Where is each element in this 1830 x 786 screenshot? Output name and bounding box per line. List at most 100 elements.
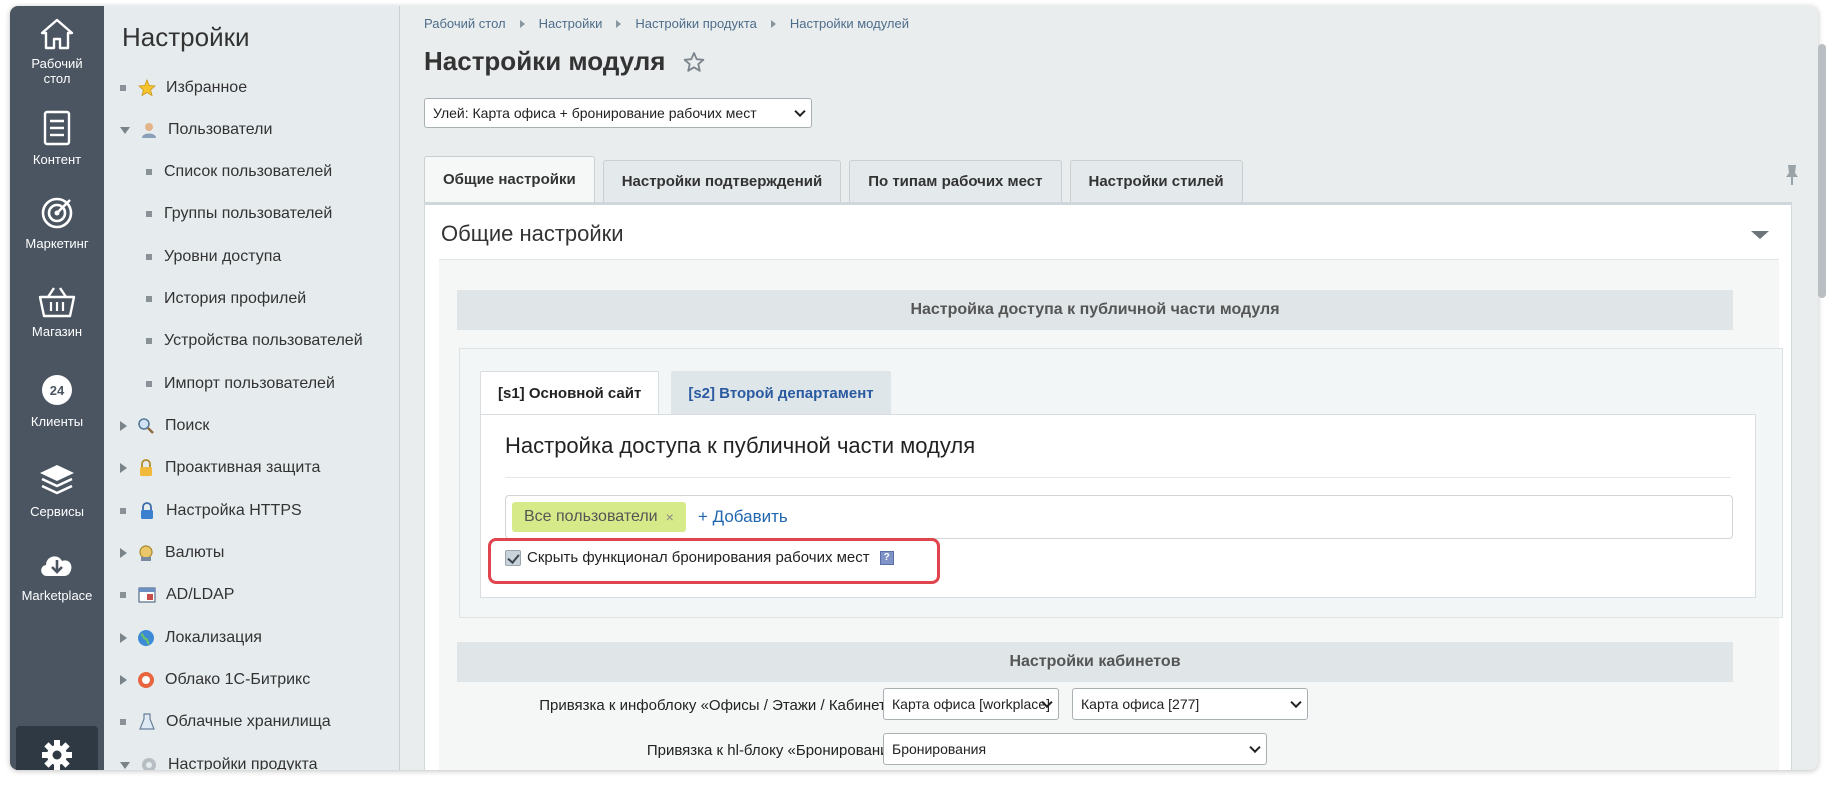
scrollbar[interactable] xyxy=(1818,44,1826,298)
rail-item-desktop[interactable]: Рабочий стол xyxy=(10,18,104,86)
https-lock-icon xyxy=(141,502,153,519)
highlight-box xyxy=(488,538,940,584)
iblock-select[interactable]: Карта офиса [277] xyxy=(1072,688,1308,720)
favorite-star-icon[interactable] xyxy=(683,51,705,73)
breadcrumb-item[interactable]: Настройки модулей xyxy=(790,16,909,31)
rail-item-content[interactable]: Контент xyxy=(10,110,104,167)
menu-item-cloud-storage[interactable]: Облачные хранилища xyxy=(120,707,331,737)
iblock-label: Привязка к инфоблоку «Офисы / Этажи / Ка… xyxy=(539,697,905,714)
site-tabs: [s1] Основной сайт [s2] Второй департаме… xyxy=(480,371,903,415)
breadcrumb-separator-icon xyxy=(519,19,525,28)
menu-item-label: Облако 1С-Битрикс xyxy=(165,671,311,688)
star-icon xyxy=(138,79,156,97)
settings-icon xyxy=(142,758,156,770)
bullet-icon xyxy=(120,85,126,91)
hlblock-label: Привязка к hl-блоку «Бронирования» xyxy=(646,742,905,759)
breadcrumb: Рабочий стол Настройки Настройки продукт… xyxy=(424,16,909,31)
bullet-icon xyxy=(146,211,152,217)
menu-item-label: Валюты xyxy=(165,544,225,561)
bullet-icon xyxy=(146,338,152,344)
menu-item-localization[interactable]: Локализация xyxy=(120,623,262,653)
globe-icon xyxy=(138,630,154,646)
pin-icon[interactable] xyxy=(1784,164,1800,186)
section-header-cabinets: Настройки кабинетов xyxy=(457,642,1733,682)
menu-item-user-list[interactable]: Список пользователей xyxy=(146,157,332,187)
rail-item-clients[interactable]: 24 Клиенты xyxy=(10,372,104,429)
bullet-icon xyxy=(120,508,126,514)
basket-icon xyxy=(38,287,76,318)
breadcrumb-item[interactable]: Настройки продукта xyxy=(635,16,757,31)
rail-label: Маркетинг xyxy=(25,236,89,251)
page-title: Настройки модуля xyxy=(424,46,666,76)
breadcrumb-item[interactable]: Настройки xyxy=(539,16,603,31)
rail-item-services[interactable]: Сервисы xyxy=(10,462,104,519)
menu-item-favorites[interactable]: Избранное xyxy=(120,73,247,103)
menu-item-users[interactable]: Пользователи xyxy=(120,115,272,145)
menu-item-https[interactable]: Настройка HTTPS xyxy=(120,496,302,526)
bullet-icon xyxy=(146,296,152,302)
menu-item-currencies[interactable]: Валюты xyxy=(120,538,224,568)
tab-styles[interactable]: Настройки стилей xyxy=(1069,160,1243,202)
app-window: Рабочий стол Контент Маркетинг Магазин 2… xyxy=(10,6,1818,770)
menu-item-label: Облачные хранилища xyxy=(166,713,331,730)
rail-item-marketplace[interactable]: Marketplace xyxy=(10,548,104,603)
panel-body: Настройка доступа к публичной части моду… xyxy=(439,259,1783,770)
menu-item-label: Настройки продукта xyxy=(168,756,318,770)
menu-item-user-devices[interactable]: Устройства пользователей xyxy=(146,326,363,356)
menu-item-user-groups[interactable]: Группы пользователей xyxy=(146,199,332,229)
cloud-icon xyxy=(138,672,154,688)
iblock-type-value: Карта офиса [workplace] xyxy=(892,696,1050,712)
rail-item-marketing[interactable]: Маркетинг xyxy=(10,196,104,251)
menu-item-label: Настройка HTTPS xyxy=(166,502,302,519)
collapse-arrow-icon[interactable] xyxy=(1751,231,1769,239)
menu-item-label: Избранное xyxy=(166,79,248,96)
menu-item-product-settings[interactable]: Настройки продукта xyxy=(120,750,318,770)
menu-item-proactive[interactable]: Проактивная защита xyxy=(120,453,320,483)
tab-general[interactable]: Общие настройки xyxy=(424,156,595,202)
user-chip[interactable]: Все пользователи × xyxy=(512,502,686,532)
chevron-right-icon xyxy=(120,548,127,558)
tab-workplace-types[interactable]: По типам рабочих мест xyxy=(849,160,1062,202)
cloud-download-icon xyxy=(41,556,72,576)
add-user-link[interactable]: + Добавить xyxy=(698,507,788,527)
search-icon xyxy=(138,418,154,434)
chevron-right-icon xyxy=(120,633,127,643)
chevron-down-icon xyxy=(1290,696,1302,709)
access-title: Настройка доступа к публичной части моду… xyxy=(505,433,976,458)
rail-label: Клиенты xyxy=(30,414,84,429)
site-tab-s1[interactable]: [s1] Основной сайт xyxy=(480,371,660,415)
rail-item-shop[interactable]: Магазин xyxy=(10,286,104,339)
user-selector-field[interactable]: Все пользователи × + Добавить xyxy=(505,495,1733,539)
menu-item-bitrix-cloud[interactable]: Облако 1С-Битрикс xyxy=(120,665,310,695)
hlblock-select[interactable]: Бронирования xyxy=(883,733,1267,765)
panel-title: Общие настройки xyxy=(441,221,624,246)
bullet-icon xyxy=(120,592,126,598)
menu-item-access-levels[interactable]: Уровни доступа xyxy=(146,242,281,272)
document-icon xyxy=(43,110,71,146)
menu-item-ldap[interactable]: AD/LDAP xyxy=(120,580,234,610)
module-select[interactable]: Улей: Карта офиса + бронирование рабочих… xyxy=(424,98,812,128)
divider xyxy=(505,477,1731,478)
menu-item-label: История профилей xyxy=(164,290,307,307)
bullet-icon xyxy=(146,254,152,260)
rail-label: Рабочий стол xyxy=(31,56,83,86)
rail-label: Marketplace xyxy=(21,588,93,603)
menu-item-profile-history[interactable]: История профилей xyxy=(146,284,306,314)
page-title-wrap: Настройки модуля xyxy=(424,46,705,77)
tab-confirmations[interactable]: Настройки подтверждений xyxy=(602,160,842,202)
menu-item-label: Устройства пользователей xyxy=(164,332,363,349)
coin-icon xyxy=(139,545,153,561)
iblock-type-select[interactable]: Карта офиса [workplace] xyxy=(883,688,1059,720)
menu-item-search[interactable]: Поиск xyxy=(120,411,209,441)
chevron-down-icon xyxy=(1249,741,1261,754)
chip-remove-icon[interactable]: × xyxy=(666,509,674,525)
menu-item-label: AD/LDAP xyxy=(166,586,235,603)
iblock-value: Карта офиса [277] xyxy=(1081,696,1200,712)
site-tab-s2[interactable]: [s2] Второй департамент xyxy=(671,371,891,415)
settings-menu: Настройки Избранное Пользователи Список … xyxy=(104,6,400,770)
breadcrumb-item[interactable]: Рабочий стол xyxy=(424,16,506,31)
menu-item-user-import[interactable]: Импорт пользователей xyxy=(146,369,335,399)
rail-item-settings[interactable] xyxy=(16,726,98,770)
menu-item-label: Локализация xyxy=(165,629,262,646)
menu-item-label: Группы пользователей xyxy=(164,205,333,222)
